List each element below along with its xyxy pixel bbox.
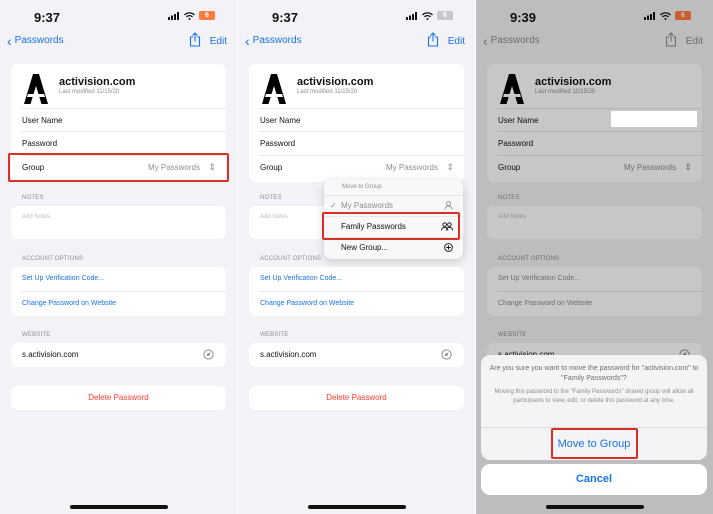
account-options-card: Set Up Verification Code... Change Passw… (249, 267, 464, 316)
cancel-button[interactable]: Cancel (481, 464, 707, 495)
wifi-icon (422, 11, 433, 20)
status-bar: 9:37 6 (238, 10, 475, 25)
home-indicator (70, 505, 168, 509)
share-icon[interactable] (189, 32, 201, 47)
user-name-label: User Name (22, 116, 63, 125)
account-options-card: Set Up Verification Code... Change Passw… (11, 267, 226, 316)
password-value-box (611, 111, 697, 127)
share-icon[interactable] (427, 32, 439, 47)
website-card[interactable]: s.activision.com (249, 343, 464, 367)
edit-button[interactable]: Edit (448, 36, 465, 47)
screen-1: 9:37 6 ‹ Passwords Edit activision.com La… (0, 0, 237, 514)
group-row[interactable]: Group My Passwords ⇕ (260, 155, 464, 178)
nav-bar: ‹ Passwords Edit (238, 32, 475, 50)
home-indicator (308, 505, 406, 509)
group-label: Group (260, 163, 283, 172)
menu-item-new-group[interactable]: New Group... (324, 237, 463, 257)
activision-logo-icon (262, 74, 286, 104)
edit-button[interactable]: Edit (210, 36, 227, 47)
compass-icon[interactable] (203, 349, 214, 360)
website-url: s.activision.com (260, 350, 317, 359)
last-modified: Last modified 11/15/20 (59, 89, 120, 95)
back-label: Passwords (252, 35, 302, 46)
notes-header: NOTES (260, 195, 282, 201)
activision-logo-icon (24, 74, 48, 104)
user-name-row[interactable]: User Name (260, 108, 464, 131)
chevron-left-icon: ‹ (7, 32, 12, 49)
status-time: 9:37 (34, 10, 61, 25)
account-options-header: ACCOUNT OPTIONS (22, 256, 84, 262)
back-button[interactable]: ‹ Passwords (7, 32, 64, 49)
plus-circle-icon (444, 243, 453, 252)
website-header: WEBSITE (260, 332, 289, 338)
person-icon (444, 201, 453, 210)
website-header: WEBSITE (22, 332, 51, 338)
password-label: Password (260, 139, 296, 148)
home-indicator (546, 505, 644, 509)
notes-placeholder: Add Notes (22, 214, 51, 220)
menu-item-label: New Group... (341, 243, 389, 252)
signal-icon (168, 11, 179, 20)
password-details-card: activision.com Last modified 11/15/20 Us… (249, 64, 464, 182)
chevron-left-icon: ‹ (245, 32, 250, 49)
delete-password-button[interactable]: Delete Password (249, 386, 464, 410)
highlight-move-button (551, 428, 638, 459)
status-icons: 6 (406, 11, 453, 20)
menu-title: Move to Group (342, 184, 382, 190)
change-password-link[interactable]: Change Password on Website (22, 291, 226, 315)
group-value: My Passwords (385, 163, 438, 172)
signal-icon (406, 11, 417, 20)
chevron-updown-icon: ⇕ (446, 162, 454, 172)
screen-2: 9:37 6 ‹ Passwords Edit activision.com La… (238, 0, 475, 514)
site-title: activision.com (297, 76, 374, 88)
alert-message: Moving this password to the "Family Pass… (494, 389, 694, 404)
password-row[interactable]: Password (260, 131, 464, 154)
website-card[interactable]: s.activision.com (11, 343, 226, 367)
password-row[interactable]: Password (22, 131, 226, 154)
battery-icon: 6 (199, 11, 215, 20)
setup-verification-link[interactable]: Set Up Verification Code... (22, 267, 226, 291)
back-button[interactable]: ‹ Passwords (245, 32, 302, 49)
screen-3: 9:39 6 ‹ Passwords Edit activision.com La… (476, 0, 713, 514)
user-name-label: User Name (260, 116, 301, 125)
highlight-family-passwords (322, 212, 460, 240)
highlight-group-row (8, 153, 229, 182)
delete-password-button[interactable]: Delete Password (11, 386, 226, 410)
user-name-row[interactable]: User Name (22, 108, 226, 131)
nav-bar: ‹ Passwords Edit (0, 32, 237, 50)
wifi-icon (184, 11, 195, 20)
notes-placeholder: Add Notes (260, 214, 289, 220)
last-modified: Last modified 11/15/20 (297, 89, 358, 95)
compass-icon[interactable] (441, 349, 452, 360)
status-time: 9:37 (272, 10, 299, 25)
alert-title: Are you sure you want to move the passwo… (489, 365, 699, 382)
account-options-header: ACCOUNT OPTIONS (260, 256, 322, 262)
battery-icon: 6 (437, 11, 453, 20)
status-icons: 6 (168, 11, 215, 20)
status-bar: 9:37 6 (0, 10, 237, 25)
setup-verification-link[interactable]: Set Up Verification Code... (260, 267, 464, 291)
site-title: activision.com (59, 76, 136, 88)
notes-header: NOTES (22, 195, 44, 201)
back-label: Passwords (14, 35, 64, 46)
password-label: Password (22, 139, 58, 148)
change-password-link[interactable]: Change Password on Website (260, 291, 464, 315)
website-url: s.activision.com (22, 350, 79, 359)
notes-card[interactable]: Add Notes (11, 206, 226, 239)
